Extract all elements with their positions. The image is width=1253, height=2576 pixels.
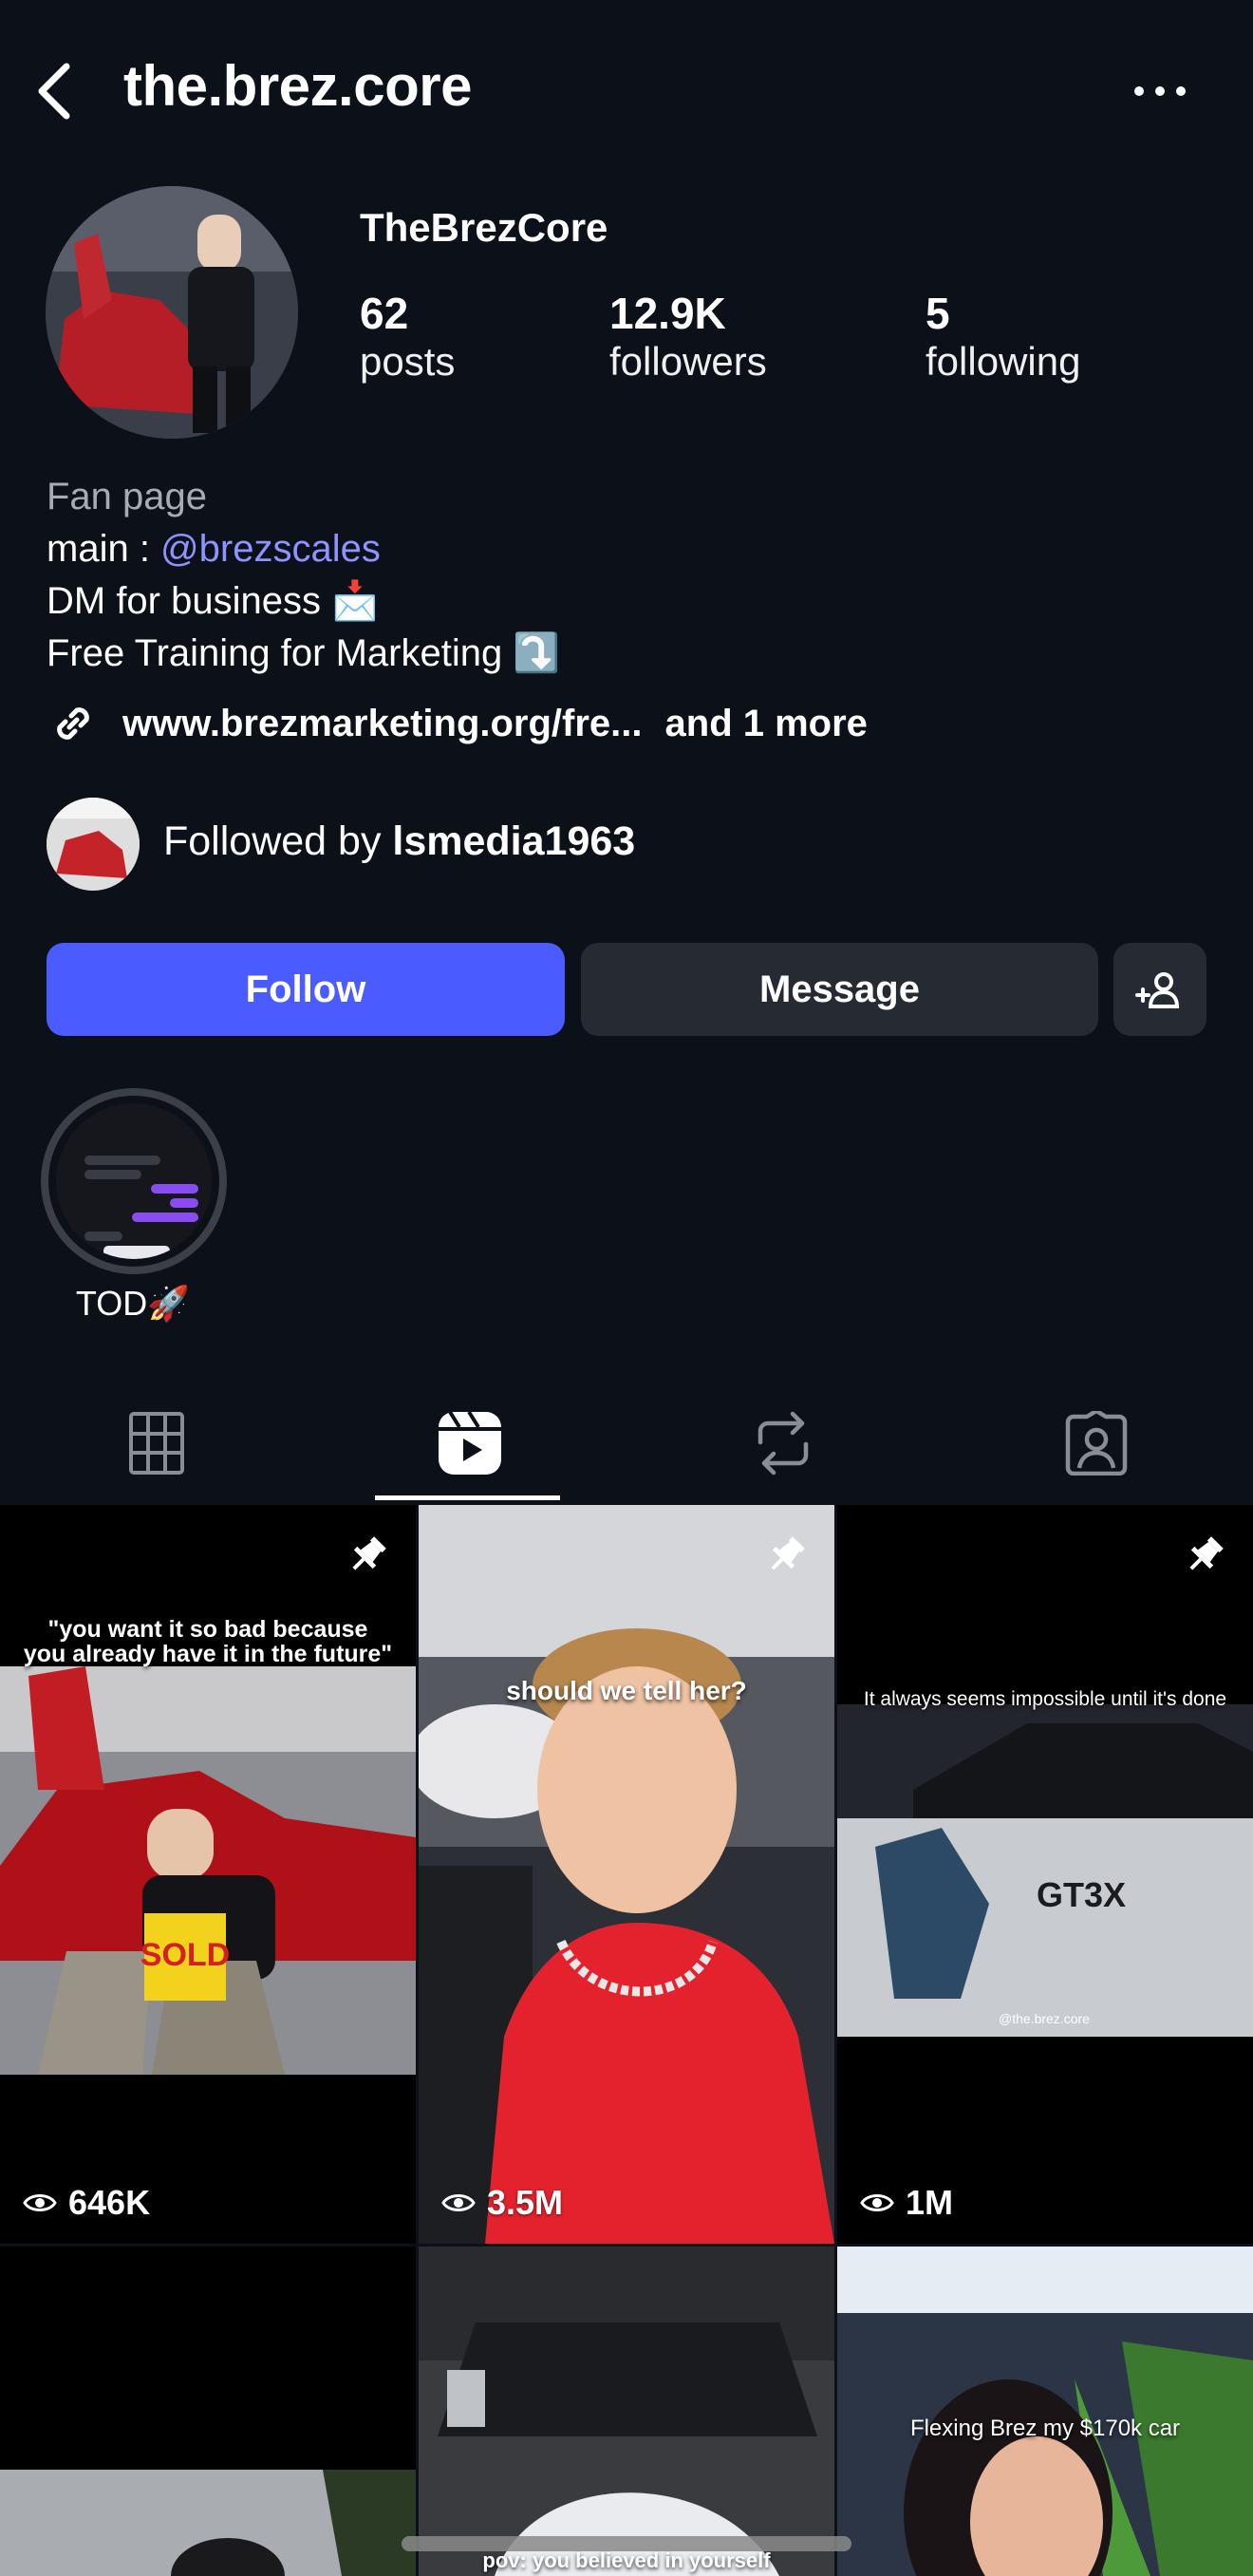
- bio-link-url: www.brezmarketing.org/fre...: [122, 702, 643, 744]
- pin-icon: [352, 1536, 386, 1570]
- eye-icon: [860, 2194, 894, 2211]
- reel-tile[interactable]: pov: you believed in yourself: [419, 2247, 834, 2576]
- grid-icon: [129, 1412, 184, 1475]
- reel-view-count-value: 3.5M: [487, 2183, 564, 2222]
- pin-icon: [1189, 1536, 1224, 1570]
- reel-thumbnail: [419, 1505, 834, 2244]
- eye-icon: [23, 2194, 57, 2211]
- back-button[interactable]: [28, 57, 85, 125]
- reel-caption: pov: you believed in yourself: [482, 2548, 771, 2572]
- stat-following[interactable]: 5 following: [926, 288, 1080, 385]
- stat-posts-label: posts: [360, 339, 456, 384]
- reel-view-count: 1M: [860, 2183, 953, 2223]
- suggested-users-button[interactable]: [1113, 943, 1206, 1036]
- svg-text:SOLD: SOLD: [140, 1937, 230, 1973]
- highlight-label: TOD🚀: [75, 1284, 191, 1323]
- bio-training-line: Free Training for Marketing ⤵️: [47, 632, 561, 674]
- bio-category: Fan page: [47, 476, 208, 517]
- tab-grid[interactable]: [0, 1386, 313, 1500]
- reel-view-count-value: 646K: [68, 2183, 151, 2222]
- followed-by-prefix: Followed by: [163, 818, 393, 864]
- bio-link[interactable]: www.brezmarketing.org/fre... and 1 more: [47, 690, 868, 757]
- reel-tile[interactable]: It always seems impossible until it's do…: [837, 1505, 1253, 2244]
- reel-tile[interactable]: [0, 2247, 416, 2576]
- reel-tile[interactable]: SOLD "you want it so bad because you alr…: [0, 1505, 416, 2244]
- stat-following-label: following: [926, 339, 1081, 384]
- story-highlight[interactable]: [41, 1088, 227, 1274]
- pin-icon: [771, 1536, 805, 1570]
- profile-display-name: TheBrezCore: [360, 205, 608, 250]
- profile-avatar[interactable]: [46, 186, 298, 439]
- tagged-icon: [1065, 1411, 1128, 1476]
- stat-posts[interactable]: 62 posts: [360, 288, 455, 385]
- add-user-icon: [1135, 972, 1180, 1008]
- stat-following-value: 5: [926, 289, 950, 338]
- reel-tile[interactable]: should we tell her? 3.5M: [419, 1505, 834, 2244]
- repost-icon: [757, 1411, 809, 1476]
- reel-watermark: @the.brez.core: [999, 2011, 1090, 2026]
- reel-view-count: 3.5M: [441, 2183, 563, 2223]
- followed-by-avatar[interactable]: [47, 798, 140, 891]
- bio-main-prefix: main :: [47, 528, 161, 570]
- bio-mention-link[interactable]: @brezscales: [160, 528, 381, 570]
- followed-by-photo: [47, 798, 140, 891]
- reels-icon: [439, 1410, 501, 1475]
- eye-icon: [441, 2194, 476, 2211]
- bio-main-line: main : @brezscales: [47, 523, 381, 575]
- reel-thumbnail: [419, 2247, 834, 2576]
- followed-by-name: lsmedia1963: [392, 818, 636, 864]
- reel-thumbnail: [0, 2247, 416, 2576]
- profile-username-title: the.brez.core: [123, 54, 472, 118]
- reel-caption: Flexing Brez my $170k car: [909, 2416, 1181, 2441]
- reel-overlay-text: GT3X: [1037, 1875, 1127, 1914]
- home-indicator: [402, 2536, 851, 2551]
- active-tab-indicator: [375, 1495, 560, 1500]
- message-button[interactable]: Message: [581, 943, 1098, 1036]
- followed-by-text[interactable]: Followed by lsmedia1963: [163, 818, 635, 865]
- bio-dm-line: DM for business 📩: [47, 580, 379, 622]
- bio-link-more: and 1 more: [664, 702, 868, 744]
- stat-followers-value: 12.9K: [609, 289, 726, 338]
- more-options-button[interactable]: [1122, 65, 1198, 118]
- reel-caption: should we tell her?: [506, 1676, 747, 1705]
- reel-thumbnail: [837, 2247, 1253, 2576]
- chevron-left-icon: [38, 63, 70, 120]
- more-horizontal-icon: [1134, 86, 1186, 96]
- reel-caption: It always seems impossible until it's do…: [863, 1688, 1227, 1710]
- tab-reposts[interactable]: [626, 1386, 940, 1500]
- reel-view-count-value: 1M: [906, 2183, 954, 2222]
- follow-button[interactable]: Follow: [47, 943, 565, 1036]
- tab-tagged[interactable]: [940, 1386, 1253, 1500]
- tab-reels[interactable]: [313, 1386, 626, 1500]
- link-icon: [57, 707, 89, 740]
- highlight-cover: [56, 1103, 212, 1259]
- stat-followers[interactable]: 12.9K followers: [609, 288, 767, 385]
- reel-tile[interactable]: Flexing Brez my $170k car: [837, 2247, 1253, 2576]
- reel-thumbnail: [837, 1505, 1253, 2244]
- profile-photo: [46, 186, 298, 439]
- stat-posts-value: 62: [360, 289, 409, 338]
- reel-view-count: 646K: [23, 2183, 150, 2223]
- reel-caption: "you want it so bad because you already …: [23, 1616, 393, 1667]
- stat-followers-label: followers: [609, 339, 767, 384]
